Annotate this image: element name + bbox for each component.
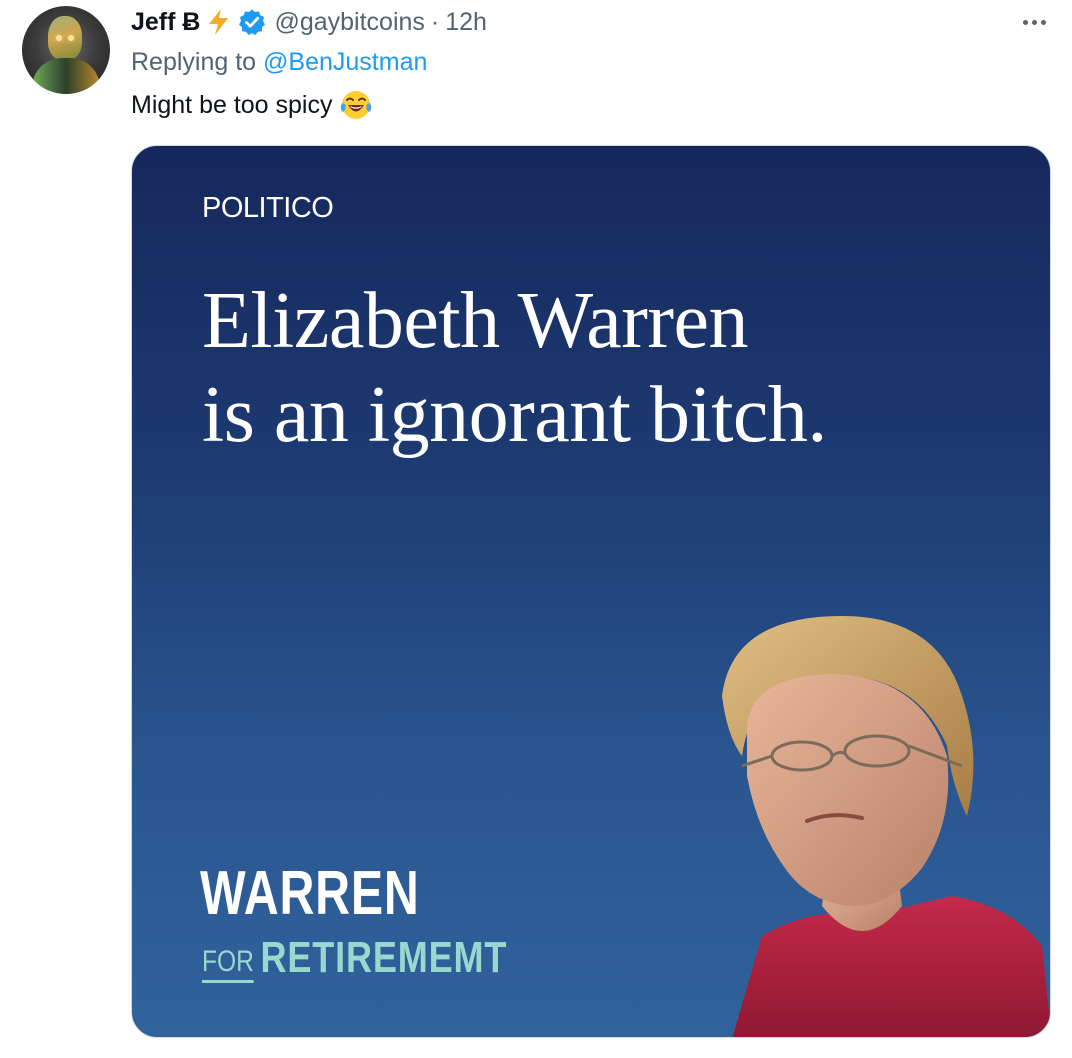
person-photo — [722, 616, 1050, 1037]
separator-dot: · — [430, 7, 440, 36]
logo-warren: WARREN — [200, 859, 420, 928]
verified-badge-icon[interactable] — [238, 8, 266, 36]
avatar-shoulders — [32, 58, 100, 94]
avatar[interactable] — [22, 6, 110, 94]
logo-retirement: RETIREMEMT — [260, 933, 508, 982]
avatar-eye-right — [68, 35, 74, 41]
more-dot — [1031, 19, 1037, 25]
tweet-text-content: Might be too spicy — [131, 90, 333, 119]
tweet-text: Might be too spicy — [131, 88, 373, 122]
media-brand: POLITICO — [202, 192, 334, 224]
replying-to-handle-link[interactable]: @BenJustman — [263, 48, 427, 76]
timestamp[interactable]: 12h — [445, 8, 487, 37]
tweet-header: Jeff Ƀ @gaybitcoins · 12h — [131, 4, 487, 40]
replying-to-line: Replying to @BenJustman — [131, 48, 427, 77]
lightning-bolt-icon — [206, 8, 232, 36]
media-headline-line-1: Elizabeth Warren — [202, 277, 749, 365]
replying-to-label: Replying to — [131, 48, 257, 76]
author-name[interactable]: Jeff Ƀ — [131, 8, 200, 37]
media-headline-line-2: is an ignorant bitch. — [202, 371, 827, 459]
more-dot — [1022, 19, 1028, 25]
logo-retirement-line: FOR RETIREMEMT — [202, 933, 507, 983]
media-headline: Elizabeth Warren is an ignorant bitch. — [202, 274, 827, 462]
avatar-head — [48, 16, 82, 60]
more-options-icon[interactable] — [1014, 8, 1054, 36]
author-handle[interactable]: @gaybitcoins — [274, 8, 424, 37]
face-with-tears-of-joy-icon — [339, 88, 373, 122]
avatar-eye-left — [56, 35, 62, 41]
tweet-media-image[interactable]: POLITICO Elizabeth Warren is an ignorant… — [131, 145, 1051, 1038]
logo-for: FOR — [202, 945, 254, 983]
more-dot — [1040, 19, 1046, 25]
